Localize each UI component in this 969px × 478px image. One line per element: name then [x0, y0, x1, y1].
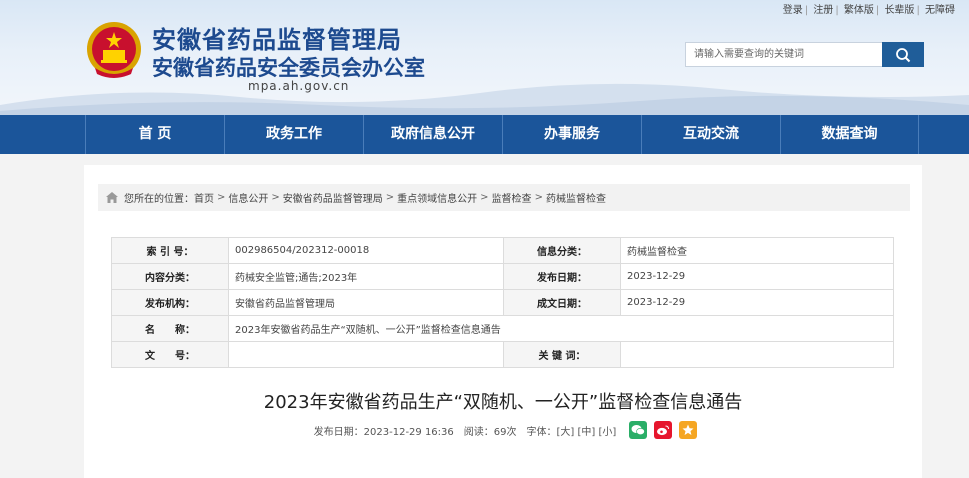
created-date-value: 2023-12-29 — [620, 289, 894, 316]
publish-date-label: 发布日期： — [503, 263, 621, 290]
main-nav: 首 页 政务工作 政府信息公开 办事服务 互动交流 数据查询 — [0, 115, 969, 154]
publish-date-value: 2023-12-29 — [620, 263, 894, 290]
font-size-control: 字体：[大] [中] [小] — [527, 423, 617, 438]
top-links: 登录 | 注册 | 繁体版 | 长辈版 | 无障碍 — [782, 5, 955, 16]
register-link[interactable]: 注册 — [813, 5, 833, 16]
category-value: 药械监督检查 — [620, 237, 894, 264]
table-row: 内容分类： 药械安全监管;通告;2023年 发布日期： 2023-12-29 — [111, 263, 894, 290]
doc-name-label: 名 称： — [111, 315, 229, 342]
breadcrumb-item[interactable]: 重点领域信息公开 — [397, 190, 477, 205]
article-date: 发布日期：2023-12-29 16:36 — [313, 426, 454, 438]
mountain-background — [0, 83, 969, 115]
content-category-label: 内容分类： — [111, 263, 229, 290]
content-category-value: 药械安全监管;通告;2023年 — [228, 263, 504, 290]
table-row: 名 称： 2023年安徽省药品生产“双随机、一公开”监督检查信息通告 — [111, 315, 894, 342]
publisher-label: 发布机构： — [111, 289, 229, 316]
article-info-bar: 发布日期：2023-12-29 16:36 阅读：69次 字体：[大] [中] … — [84, 421, 922, 439]
site-domain: mpa.ah.gov.cn — [248, 79, 350, 93]
breadcrumb-item[interactable]: 药械监督检查 — [546, 190, 606, 205]
article-title: 2023年安徽省药品生产“双随机、一公开”监督检查信息通告 — [263, 392, 743, 413]
share-buttons — [629, 421, 698, 439]
search-icon — [896, 47, 911, 62]
elder-version-link[interactable]: 长辈版 — [884, 5, 914, 16]
search-input[interactable] — [685, 42, 883, 67]
doc-name-value: 2023年安徽省药品生产“双随机、一公开”监督检查信息通告 — [228, 315, 894, 342]
table-row: 索 引 号： 002986504/202312-00018 信息分类： 药械监督… — [111, 237, 894, 264]
nav-info-disclosure[interactable]: 政府信息公开 — [363, 115, 502, 154]
traditional-chinese-link[interactable]: 繁体版 — [844, 5, 874, 16]
weibo-icon[interactable] — [654, 421, 673, 439]
search-box — [685, 42, 924, 67]
login-link[interactable]: 登录 — [783, 5, 803, 16]
index-label: 索 引 号： — [111, 237, 229, 264]
font-size-medium[interactable]: [中] — [578, 427, 596, 438]
main-content: 您所在的位置： 首页 > 信息公开 > 安徽省药品监督管理局 > 重点领域信息公开 > … — [84, 165, 922, 478]
keywords-value — [620, 341, 894, 368]
document-meta-table: 索 引 号： 002986504/202312-00018 信息分类： 药械监督… — [111, 237, 894, 368]
keywords-label: 关 键 词： — [503, 341, 621, 368]
breadcrumb-prefix: 您所在的位置： — [124, 194, 194, 205]
font-size-large[interactable]: [大] — [557, 427, 575, 438]
breadcrumb-item[interactable]: 信息公开 — [228, 190, 268, 205]
wechat-icon[interactable] — [629, 421, 648, 439]
font-size-small[interactable]: [小] — [599, 427, 617, 438]
nav-services[interactable]: 办事服务 — [502, 115, 641, 154]
nav-government-affairs[interactable]: 政务工作 — [224, 115, 363, 154]
breadcrumb-item[interactable]: 监督检查 — [492, 190, 532, 205]
index-value: 002986504/202312-00018 — [228, 237, 504, 264]
breadcrumb-item[interactable]: 安徽省药品监督管理局 — [283, 190, 383, 205]
search-button[interactable] — [882, 42, 924, 67]
article-views: 阅读：69次 — [463, 426, 517, 438]
category-label: 信息分类： — [503, 237, 621, 264]
doc-number-label: 文 号： — [111, 341, 229, 368]
font-size-label: 字体： — [526, 426, 557, 438]
site-subtitle: 安徽省药品安全委员会办公室 — [152, 56, 425, 80]
breadcrumb-item[interactable]: 首页 — [194, 190, 214, 205]
created-date-label: 成文日期： — [503, 289, 621, 316]
nav-home[interactable]: 首 页 — [85, 115, 224, 154]
home-icon — [106, 192, 118, 203]
publisher-value: 安徽省药品监督管理局 — [228, 289, 504, 316]
national-emblem-icon — [87, 22, 141, 78]
nav-interaction[interactable]: 互动交流 — [641, 115, 780, 154]
doc-number-value — [228, 341, 504, 368]
site-header: 登录 | 注册 | 繁体版 | 长辈版 | 无障碍 安徽省药品监督管理局 安徽省药品安全… — [0, 0, 969, 115]
nav-data-query[interactable]: 数据查询 — [780, 115, 919, 154]
table-row: 发布机构： 安徽省药品监督管理局 成文日期： 2023-12-29 — [111, 289, 894, 316]
accessibility-link[interactable]: 无障碍 — [925, 5, 955, 16]
favorite-icon[interactable] — [679, 421, 698, 439]
site-title: 安徽省药品监督管理局 — [152, 26, 402, 54]
table-row: 文 号： 关 键 词： — [111, 341, 894, 368]
breadcrumb: 您所在的位置： 首页 > 信息公开 > 安徽省药品监督管理局 > 重点领域信息公开 > … — [98, 184, 910, 211]
